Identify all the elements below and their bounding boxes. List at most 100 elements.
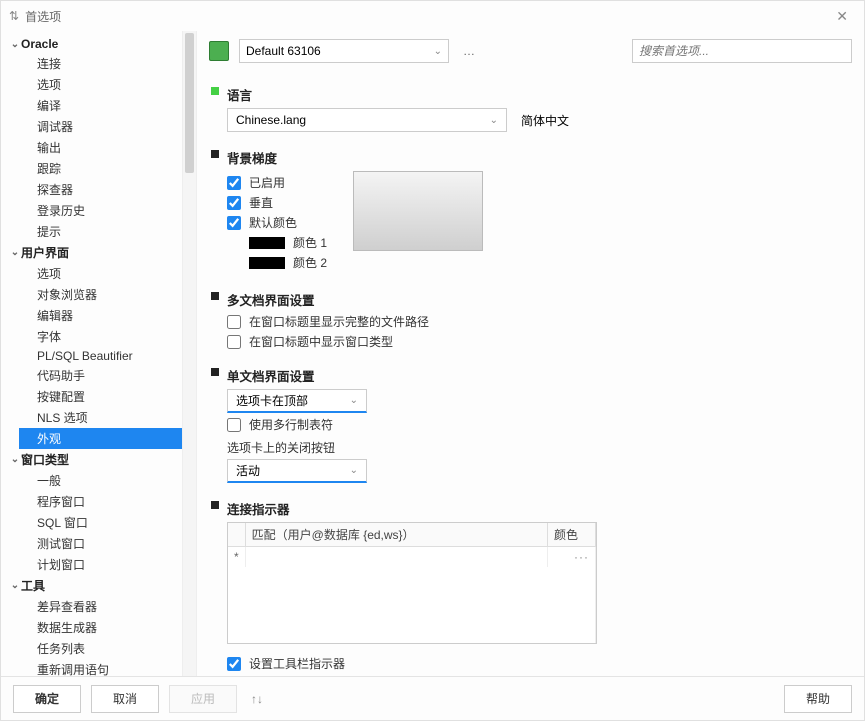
profile-more-button[interactable]: … <box>459 44 479 58</box>
indicator-table[interactable]: 匹配（用户@数据库 {ed,ws}） 颜色 * ··· <box>227 522 597 644</box>
window-title: 首选项 <box>25 8 61 25</box>
nav-item[interactable]: 编译 <box>33 95 182 116</box>
chevron-down-icon: ⌄ <box>490 115 498 126</box>
nav-item[interactable]: SQL 窗口 <box>33 512 182 533</box>
section-title: 单文档界面设置 <box>225 366 846 385</box>
field-label: 选项卡上的关闭按钮 <box>227 439 335 456</box>
close-icon[interactable]: ✕ <box>828 4 856 29</box>
gradient-enabled-checkbox[interactable] <box>227 176 241 190</box>
nav-group-label: 工具 <box>21 577 45 594</box>
close-button-mode-select[interactable]: 活动 ⌄ <box>227 459 367 483</box>
nav-group-tools[interactable]: ⌄ 工具 <box>5 575 182 596</box>
table-col-match: 匹配（用户@数据库 {ed,ws}） <box>245 523 547 547</box>
nav-item[interactable]: 字体 <box>33 326 182 347</box>
nav-item-appearance[interactable]: 外观 <box>19 428 182 449</box>
nav-item[interactable]: 连接 <box>33 53 182 74</box>
gradient-default-color-checkbox[interactable] <box>227 216 241 230</box>
nav-item[interactable]: 编辑器 <box>33 305 182 326</box>
section-connection-indicator: 连接指示器 匹配（用户@数据库 {ed,ws}） 颜色 <box>215 495 846 676</box>
select-value: 活动 <box>236 462 260 479</box>
chevron-down-icon: ⌄ <box>9 580 21 591</box>
section-title: 多文档界面设置 <box>225 290 846 309</box>
checkbox-label: 使用多行制表符 <box>249 416 333 433</box>
nav-item[interactable]: 测试窗口 <box>33 533 182 554</box>
section-marker <box>211 150 219 158</box>
table-cell-match[interactable] <box>245 547 547 568</box>
chevron-down-icon: ⌄ <box>350 465 358 476</box>
settings-scroll[interactable]: 语言 Chinese.lang ⌄ 简体中文 背景梯度 <box>197 71 864 676</box>
content-toolbar: Default 63106 ⌄ … <box>197 31 864 71</box>
nav-tree[interactable]: ⌄ Oracle 连接 选项 编译 调试器 输出 跟踪 探查器 登录历史 提示 <box>1 31 182 676</box>
nav-item[interactable]: 调试器 <box>33 116 182 137</box>
mdi-fullpath-checkbox[interactable] <box>227 315 241 329</box>
table-col-color: 颜色 <box>548 523 596 547</box>
gradient-preview <box>353 171 483 251</box>
select-value: 选项卡在顶部 <box>236 392 308 409</box>
mdi-showtype-checkbox[interactable] <box>227 335 241 349</box>
nav-item[interactable]: 计划窗口 <box>33 554 182 575</box>
section-language: 语言 Chinese.lang ⌄ 简体中文 <box>215 81 846 132</box>
section-title: 语言 <box>225 85 846 104</box>
color1-swatch[interactable] <box>249 237 285 249</box>
nav-item[interactable]: 登录历史 <box>33 200 182 221</box>
nav-item[interactable]: 对象浏览器 <box>33 284 182 305</box>
section-marker <box>211 501 219 509</box>
color2-swatch[interactable] <box>249 257 285 269</box>
profile-select[interactable]: Default 63106 ⌄ <box>239 39 449 63</box>
new-row-marker: * <box>228 547 245 568</box>
checkbox-label: 设置窗口指示器 <box>249 675 333 676</box>
scrollbar-thumb[interactable] <box>185 33 194 173</box>
database-icon <box>209 41 229 61</box>
cancel-button[interactable]: 取消 <box>91 685 159 713</box>
sort-icon[interactable]: ↑↓ <box>247 692 267 706</box>
nav-item[interactable]: 代码助手 <box>33 365 182 386</box>
gradient-vertical-checkbox[interactable] <box>227 196 241 210</box>
nav-item[interactable]: 跟踪 <box>33 158 182 179</box>
chevron-down-icon: ⌄ <box>350 395 358 406</box>
chevron-down-icon: ⌄ <box>9 454 21 465</box>
nav-item[interactable]: 探查器 <box>33 179 182 200</box>
nav-item[interactable]: NLS 选项 <box>33 407 182 428</box>
nav-item[interactable]: 选项 <box>33 74 182 95</box>
chevron-down-icon: ⌄ <box>434 46 442 57</box>
sdi-multiline-checkbox[interactable] <box>227 418 241 432</box>
nav-item[interactable]: 输出 <box>33 137 182 158</box>
nav-item[interactable]: 一般 <box>33 470 182 491</box>
tab-position-select[interactable]: 选项卡在顶部 ⌄ <box>227 389 367 413</box>
ok-button[interactable]: 确定 <box>13 685 81 713</box>
section-title: 连接指示器 <box>225 499 846 518</box>
table-cell-color-picker[interactable]: ··· <box>548 547 596 568</box>
table-row[interactable]: * ··· <box>228 547 596 568</box>
color-label: 颜色 2 <box>293 254 327 271</box>
chevron-down-icon: ⌄ <box>9 39 21 50</box>
nav-item[interactable]: 按键配置 <box>33 386 182 407</box>
checkbox-label: 设置工具栏指示器 <box>249 655 345 672</box>
conn-toolbar-checkbox[interactable] <box>227 657 241 671</box>
nav-item[interactable]: 数据生成器 <box>33 617 182 638</box>
language-select[interactable]: Chinese.lang ⌄ <box>227 108 507 132</box>
table-empty-area <box>228 567 596 643</box>
nav-item[interactable]: 提示 <box>33 221 182 242</box>
language-display: 简体中文 <box>521 112 569 129</box>
sidebar-scrollbar[interactable] <box>182 31 196 676</box>
dialog-footer: 确定 取消 应用 ↑↓ 帮助 <box>1 676 864 720</box>
nav-group-wintype[interactable]: ⌄ 窗口类型 <box>5 449 182 470</box>
nav-item[interactable]: 任务列表 <box>33 638 182 659</box>
nav-item[interactable]: PL/SQL Beautifier <box>33 347 182 365</box>
checkbox-label: 默认颜色 <box>249 214 297 231</box>
nav-item[interactable]: 差异查看器 <box>33 596 182 617</box>
nav-item[interactable]: 重新调用语句 <box>33 659 182 676</box>
checkbox-label: 在窗口标题里显示完整的文件路径 <box>249 313 429 330</box>
table-row-marker-col <box>228 523 245 547</box>
checkbox-label: 已启用 <box>249 174 285 191</box>
nav-item[interactable]: 程序窗口 <box>33 491 182 512</box>
nav-item[interactable]: 选项 <box>33 263 182 284</box>
section-sdi: 单文档界面设置 选项卡在顶部 ⌄ 使用多行制表符 <box>215 362 846 483</box>
apply-button[interactable]: 应用 <box>169 685 237 713</box>
search-input[interactable] <box>632 39 852 63</box>
nav-group-oracle[interactable]: ⌄ Oracle <box>5 35 182 53</box>
help-button[interactable]: 帮助 <box>784 685 852 713</box>
nav-group-ui[interactable]: ⌄ 用户界面 <box>5 242 182 263</box>
section-title: 背景梯度 <box>225 148 846 167</box>
nav-group-label: Oracle <box>21 37 58 51</box>
